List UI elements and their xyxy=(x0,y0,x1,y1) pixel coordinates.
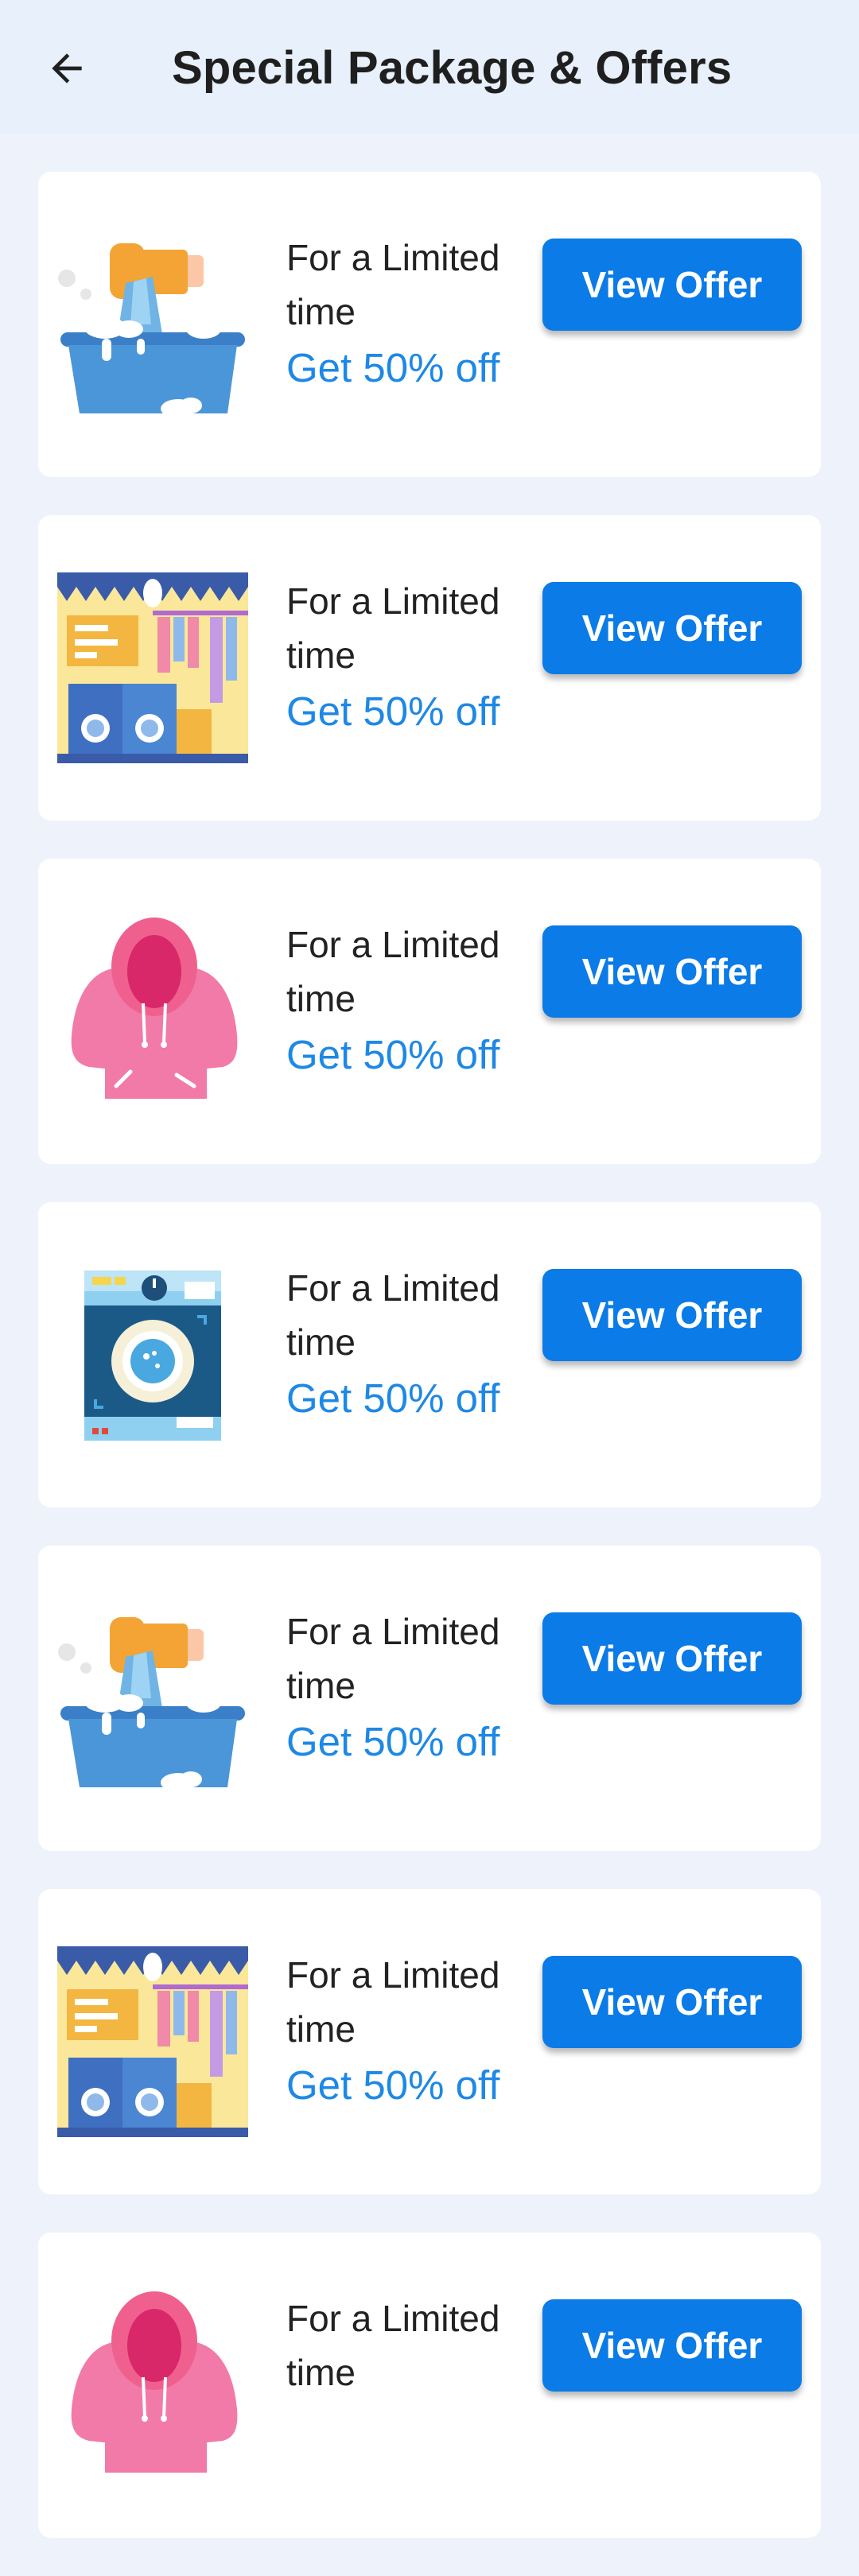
view-offer-button[interactable]: View Offer xyxy=(542,582,802,674)
offer-text: For a Limited time Get 50% off xyxy=(286,1261,549,1425)
offer-card: For a Limited time Get 50% off View Offe… xyxy=(38,515,821,821)
offer-heading: For a Limited time xyxy=(286,1267,500,1363)
view-offer-button[interactable]: View Offer xyxy=(542,1612,802,1705)
offer-text: For a Limited time Get 50% off xyxy=(286,1604,549,1768)
view-offer-button[interactable]: View Offer xyxy=(542,2299,802,2392)
app-bar: Special Package & Offers xyxy=(0,0,859,134)
offer-heading: For a Limited time xyxy=(286,2298,500,2393)
view-offer-button[interactable]: View Offer xyxy=(542,925,802,1018)
view-offer-button[interactable]: View Offer xyxy=(542,1956,802,2048)
offer-discount: Get 50% off xyxy=(286,2062,500,2108)
arrow-back-icon xyxy=(52,53,82,83)
hoodie-icon xyxy=(71,2291,238,2473)
offer-card: For a Limited time Get 50% off View Offe… xyxy=(38,1546,821,1851)
offer-card: For a Limited time View Offer xyxy=(38,2233,821,2538)
offer-text: For a Limited time Get 50% off xyxy=(286,918,549,1081)
view-offer-button[interactable]: View Offer xyxy=(542,1269,802,1361)
washing-tub-icon xyxy=(58,243,245,418)
back-button[interactable] xyxy=(38,40,95,97)
hoodie-icon xyxy=(71,918,238,1099)
offer-heading: For a Limited time xyxy=(286,237,500,332)
offer-card: For a Limited time Get 50% off View Offe… xyxy=(38,1202,821,1507)
view-offer-button[interactable]: View Offer xyxy=(542,239,802,331)
offer-discount: Get 50% off xyxy=(286,345,500,390)
offer-card: For a Limited time Get 50% off View Offe… xyxy=(38,859,821,1164)
offer-discount: Get 50% off xyxy=(286,1719,500,1764)
offer-list: For a Limited time Get 50% off View Offe… xyxy=(38,172,821,2576)
offer-discount: Get 50% off xyxy=(286,1032,500,1077)
offer-card: For a Limited time Get 50% off View Offe… xyxy=(38,1889,821,2194)
page-title: Special Package & Offers xyxy=(172,42,733,94)
offer-text: For a Limited time xyxy=(286,2291,549,2403)
offer-text: For a Limited time Get 50% off xyxy=(286,574,549,738)
offer-heading: For a Limited time xyxy=(286,580,500,676)
offer-card: For a Limited time Get 50% off View Offe… xyxy=(38,172,821,477)
laundry-shop-icon xyxy=(57,1946,248,2137)
offer-heading: For a Limited time xyxy=(286,1611,500,1706)
laundry-shop-icon xyxy=(57,572,248,763)
offer-discount: Get 50% off xyxy=(286,689,500,734)
offer-discount: Get 50% off xyxy=(286,1375,500,1421)
offer-text: For a Limited time Get 50% off xyxy=(286,231,549,394)
washing-machine-icon xyxy=(84,1271,221,1441)
washing-tub-icon xyxy=(58,1617,245,1792)
offer-heading: For a Limited time xyxy=(286,1954,500,2050)
offer-text: For a Limited time Get 50% off xyxy=(286,1948,549,2112)
offer-heading: For a Limited time xyxy=(286,924,500,1019)
